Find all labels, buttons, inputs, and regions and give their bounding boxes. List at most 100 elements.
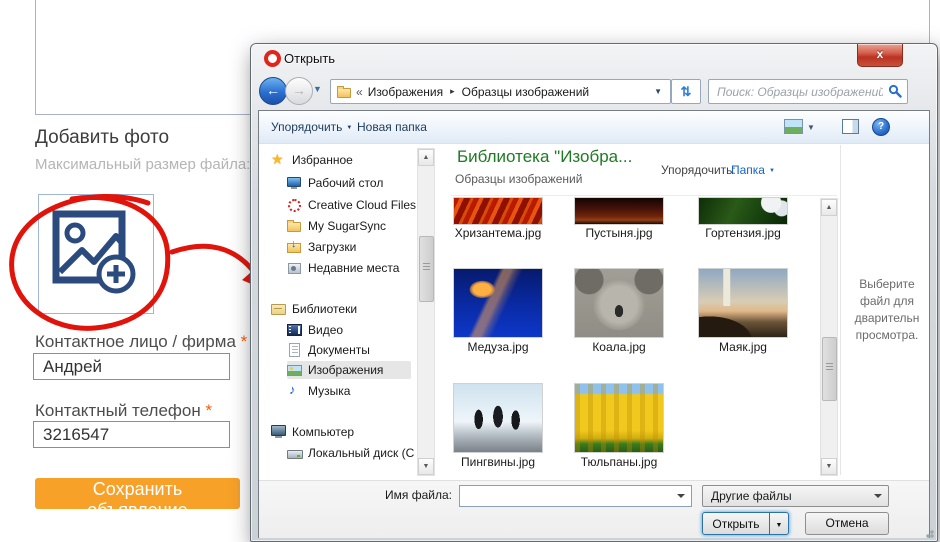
libraries-icon bbox=[271, 302, 286, 316]
preview-pane-divider bbox=[840, 145, 841, 475]
required-asterisk: * bbox=[205, 401, 212, 420]
thumbnail-hydrangea[interactable] bbox=[699, 198, 787, 224]
sidebar-item-pictures[interactable]: Изображения bbox=[287, 361, 411, 379]
files-scrollbar-thumb[interactable] bbox=[822, 337, 837, 401]
close-icon: x bbox=[877, 47, 884, 61]
sidebar-scrollbar[interactable]: ▲ ▼ bbox=[417, 148, 435, 476]
sidebar-item-video[interactable]: Видео bbox=[287, 321, 343, 339]
sidebar-item-local-disk[interactable]: Локальный диск (C bbox=[287, 444, 414, 462]
thumbnail-chrysanthemum[interactable] bbox=[454, 198, 542, 224]
contact-input[interactable] bbox=[33, 353, 230, 380]
chevron-down-icon[interactable] bbox=[874, 494, 882, 502]
preview-pane-toggle-button[interactable] bbox=[842, 119, 859, 134]
sidebar-item-documents[interactable]: Документы bbox=[287, 341, 370, 359]
sidebar-item-desktop[interactable]: Рабочий стол bbox=[287, 174, 383, 192]
breadcrumb-dropdown-icon[interactable]: ▼ bbox=[654, 87, 662, 96]
contact-label: Контактное лицо / фирма * bbox=[35, 332, 247, 352]
sidebar-item-creative-cloud[interactable]: Creative Cloud Files bbox=[287, 196, 416, 214]
refresh-button[interactable]: ⇅ bbox=[671, 79, 701, 104]
breadcrumb[interactable]: « Изображения ▸ Образцы изображений ▼ bbox=[330, 79, 671, 104]
file-label[interactable]: Хризантема.jpg bbox=[438, 226, 558, 240]
thumbnail-tulips[interactable] bbox=[575, 384, 663, 452]
thumbnail-desert[interactable] bbox=[575, 198, 663, 224]
save-listing-button[interactable]: Сохранить объявление bbox=[35, 478, 240, 509]
file-label[interactable]: Пингвины.jpg bbox=[438, 455, 558, 469]
library-subtitle: Образцы изображений bbox=[455, 172, 582, 186]
thumbnail-koala[interactable] bbox=[575, 269, 663, 337]
search-input[interactable] bbox=[715, 82, 885, 102]
header-divider bbox=[451, 195, 837, 196]
files-scrollbar[interactable]: ▲ ▼ bbox=[820, 198, 838, 476]
preview-hint-line: дварительн bbox=[842, 311, 932, 325]
open-file-dialog: Открыть x ← → ▼ « Изображения ▸ Образцы … bbox=[250, 43, 938, 542]
file-label[interactable]: Коала.jpg bbox=[559, 340, 679, 354]
arrange-by-dropdown[interactable]: Папка bbox=[731, 163, 775, 177]
max-file-size-note: Максимальный размер файла: 1 bbox=[35, 156, 263, 173]
resize-grip[interactable] bbox=[924, 528, 934, 538]
filename-combo[interactable] bbox=[459, 485, 692, 507]
dialog-footer: Имя файла: Другие файлы Открыть ▼ Отмена bbox=[259, 480, 929, 538]
scroll-up-icon[interactable]: ▲ bbox=[418, 149, 434, 166]
organize-button[interactable]: Упорядочить bbox=[271, 120, 352, 134]
scroll-up-icon[interactable]: ▲ bbox=[821, 199, 837, 216]
refresh-icon: ⇅ bbox=[681, 84, 692, 99]
file-label[interactable]: Пустыня.jpg bbox=[559, 226, 679, 240]
folder-icon bbox=[287, 219, 302, 233]
new-folder-button[interactable]: Новая папка bbox=[357, 120, 427, 134]
views-button[interactable] bbox=[784, 119, 803, 134]
photo-upload-box[interactable] bbox=[38, 194, 154, 314]
sidebar-item-downloads[interactable]: Загрузки bbox=[287, 238, 356, 256]
sidebar-item-recent-places[interactable]: Недавние места bbox=[287, 259, 399, 277]
help-button[interactable]: ? bbox=[872, 118, 890, 136]
open-split-dropdown[interactable]: ▼ bbox=[769, 513, 788, 534]
file-label[interactable]: Медуза.jpg bbox=[438, 340, 558, 354]
disk-icon bbox=[287, 446, 302, 460]
sidebar-group-computer[interactable]: Компьютер bbox=[271, 423, 354, 441]
pictures-icon bbox=[287, 363, 302, 377]
sidebar-scrollbar-thumb[interactable] bbox=[419, 236, 434, 302]
breadcrumb-separator-icon[interactable]: ▸ bbox=[450, 86, 455, 97]
thumbnail-lighthouse[interactable] bbox=[699, 269, 787, 337]
scroll-down-icon[interactable]: ▼ bbox=[821, 458, 837, 475]
phone-input[interactable] bbox=[33, 421, 230, 448]
library-title: Библиотека "Изобра... bbox=[457, 147, 632, 167]
star-icon bbox=[271, 153, 286, 167]
documents-icon bbox=[287, 343, 302, 357]
scroll-down-icon[interactable]: ▼ bbox=[418, 458, 434, 475]
title-bar[interactable] bbox=[251, 44, 935, 75]
sidebar-item-music[interactable]: Музыка bbox=[287, 382, 350, 400]
filetype-select[interactable]: Другие файлы bbox=[702, 485, 889, 507]
open-button[interactable]: Открыть ▼ bbox=[702, 512, 789, 535]
breadcrumb-item-pictures[interactable]: Изображения bbox=[368, 85, 443, 99]
breadcrumb-item-samples[interactable]: Образцы изображений bbox=[462, 85, 589, 99]
search-box[interactable] bbox=[708, 79, 908, 104]
computer-icon bbox=[271, 425, 286, 439]
chevron-down-icon: ▼ bbox=[776, 522, 783, 529]
desktop-icon bbox=[287, 176, 302, 190]
close-button[interactable]: x bbox=[857, 44, 903, 67]
search-icon bbox=[888, 84, 902, 98]
filename-input[interactable] bbox=[464, 488, 668, 506]
phone-label: Контактный телефон * bbox=[35, 401, 212, 421]
file-label[interactable]: Маяк.jpg bbox=[683, 340, 803, 354]
chevron-down-icon[interactable] bbox=[677, 494, 685, 502]
sidebar-group-favorites[interactable]: Избранное bbox=[271, 151, 353, 169]
file-label[interactable]: Гортензия.jpg bbox=[683, 226, 803, 240]
breadcrumb-root-chevron[interactable]: « bbox=[356, 85, 363, 99]
views-dropdown-icon[interactable]: ▼ bbox=[807, 123, 815, 132]
arrow-right-icon: → bbox=[292, 82, 306, 98]
file-label[interactable]: Тюльпаны.jpg bbox=[559, 455, 679, 469]
required-asterisk: * bbox=[241, 332, 248, 351]
thumbnail-penguins[interactable] bbox=[454, 384, 542, 452]
history-dropdown-icon[interactable]: ▼ bbox=[313, 84, 322, 94]
back-button[interactable]: ← bbox=[259, 77, 287, 105]
forward-button[interactable]: → bbox=[285, 77, 313, 105]
downloads-icon bbox=[287, 240, 302, 254]
add-photo-icon bbox=[48, 206, 144, 302]
thumbnail-jellyfish[interactable] bbox=[454, 269, 542, 337]
preview-hint-line: просмотра. bbox=[842, 328, 932, 342]
preview-hint-line: Выберите bbox=[842, 277, 932, 291]
sidebar-item-sugarsync[interactable]: My SugarSync bbox=[287, 217, 386, 235]
cancel-button[interactable]: Отмена bbox=[805, 512, 889, 535]
sidebar-group-libraries[interactable]: Библиотеки bbox=[271, 300, 357, 318]
